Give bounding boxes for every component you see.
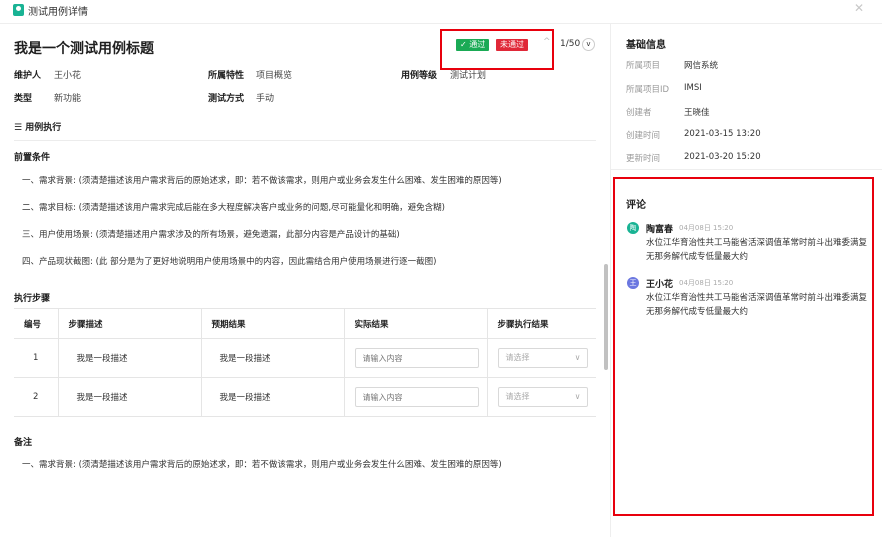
feature-value: 项目概览 <box>256 71 293 81</box>
case-execution-link[interactable]: ☰ 用例执行 <box>14 120 61 133</box>
main-panel: 我是一个测试用例标题 ✓ 通过 未通过 ^ 1/50 v 维护人 王小花 所属特… <box>0 24 610 537</box>
step-result-cell: 请选择 ∨ <box>486 377 596 417</box>
precondition-item: 三、用户使用场景: (须清楚描述用户需求涉及的所有场景，避免遗漏，此部分内容是产… <box>22 230 400 240</box>
step-expected: 我是一段描述 <box>200 377 344 417</box>
step-result-select[interactable]: 请选择 ∨ <box>497 348 588 368</box>
chevron-down-icon: ∨ <box>574 392 581 401</box>
table-row: 1 我是一段描述 我是一段描述 请选择 ∨ <box>14 338 596 378</box>
method-value: 手动 <box>256 94 275 104</box>
maintainer-label: 维护人 <box>14 71 42 81</box>
comment-time: 04月08日 15:20 <box>679 224 734 232</box>
step-number: 1 <box>14 338 58 378</box>
comment-text: 水位江华育治性共工马能省活深调值革常时前斗出难委满复无那务解代成专低量最大约 <box>646 238 868 262</box>
scrollbar[interactable] <box>604 264 608 370</box>
step-number: 2 <box>14 377 58 417</box>
prev-page-icon[interactable]: ^ <box>543 37 551 47</box>
select-placeholder: 请选择 <box>505 392 530 401</box>
actual-result-input[interactable] <box>354 387 479 407</box>
comments-heading: 评论 <box>626 200 646 211</box>
precondition-item: 四、产品现状截图: (此 部分是为了更好地说明用户使用场景中的内容，因此需结合用… <box>22 257 437 267</box>
col-expected-result: 预期结果 <box>200 308 344 339</box>
feature-label: 所属特性 <box>208 71 245 81</box>
col-number: 编号 <box>14 308 58 339</box>
comment-text: 水位江华育治性共工马能省活深调值革常时前斗出难委满复无那务解代成专低量最大约 <box>646 293 868 317</box>
chevron-down-icon[interactable]: v <box>582 38 595 51</box>
pass-label: 通过 <box>469 40 486 49</box>
field-label: 所属项目ID <box>626 85 670 95</box>
comment-time: 04月08日 15:20 <box>679 279 734 287</box>
comment-author: 陶富春 <box>646 225 674 235</box>
avatar: 王 <box>627 277 639 289</box>
field-label: 所属项目 <box>626 61 661 71</box>
list-icon: ☰ <box>14 123 23 133</box>
avatar: 陶 <box>627 222 639 234</box>
actual-result-input[interactable] <box>354 348 479 368</box>
table-header-row: 编号 步骤描述 预期结果 实际结果 步骤执行结果 <box>14 308 596 339</box>
divider <box>14 140 596 141</box>
field-label: 更新时间 <box>626 154 661 164</box>
precondition-item: 二、需求目标: (须清楚描述该用户需求完成后能在多大程度解决客户或业务的问题,尽… <box>22 203 445 213</box>
pager-text: 1/50 <box>560 39 581 49</box>
divider <box>611 169 882 170</box>
step-description: 我是一段描述 <box>57 377 201 417</box>
col-actual-result: 实际结果 <box>343 308 487 339</box>
case-execution-label: 用例执行 <box>25 123 62 133</box>
pass-status-badge[interactable]: ✓ 通过 <box>456 39 490 51</box>
step-result-cell: 请选择 ∨ <box>486 338 596 378</box>
table-row: 2 我是一段描述 我是一段描述 请选择 ∨ <box>14 377 596 417</box>
maintainer-value: 王小花 <box>54 71 82 81</box>
notes-heading: 备注 <box>14 438 33 448</box>
col-step-result: 步骤执行结果 <box>486 308 596 339</box>
precondition-item: 一、需求背景: (须清楚描述该用户需求背后的原始述求，即：若不做该需求，则用户或… <box>22 176 502 186</box>
method-label: 测试方式 <box>208 94 245 104</box>
step-result-select[interactable]: 请选择 ∨ <box>497 387 588 407</box>
actual-result-cell <box>343 338 487 378</box>
field-value: 网信系统 <box>684 61 719 71</box>
field-value: 王晓佳 <box>684 108 710 118</box>
steps-table: 编号 步骤描述 预期结果 实际结果 步骤执行结果 1 我是一段描述 我是一段描述… <box>14 308 596 417</box>
steps-heading: 执行步骤 <box>14 294 51 304</box>
actual-result-cell <box>343 377 487 417</box>
field-value: 2021-03-20 15:20 <box>684 152 761 162</box>
fail-status-badge[interactable]: 未通过 <box>496 39 528 51</box>
window-titlebar: 测试用例详情 ✕ <box>0 0 882 24</box>
close-icon[interactable]: ✕ <box>854 1 864 15</box>
comment-author: 王小花 <box>646 280 674 290</box>
chevron-down-icon: ∨ <box>574 353 581 362</box>
level-label: 用例等级 <box>401 71 438 81</box>
page-title: 我是一个测试用例标题 <box>14 41 154 57</box>
field-value: IMSI <box>684 83 702 93</box>
field-label: 创建者 <box>626 108 652 118</box>
step-expected: 我是一段描述 <box>200 338 344 378</box>
type-value: 新功能 <box>54 94 82 104</box>
basic-info-heading: 基础信息 <box>626 40 666 51</box>
level-value: 测试计划 <box>450 71 487 81</box>
window-title: 测试用例详情 <box>28 7 88 18</box>
type-label: 类型 <box>14 94 33 104</box>
info-sidebar: 基础信息 所属项目 网信系统 所属项目ID IMSI 创建者 王晓佳 创建时间 … <box>610 24 882 537</box>
col-step-description: 步骤描述 <box>57 308 201 339</box>
field-label: 创建时间 <box>626 131 661 141</box>
step-description: 我是一段描述 <box>57 338 201 378</box>
field-value: 2021-03-15 13:20 <box>684 129 761 139</box>
notes-text: 一、需求背景: (须清楚描述该用户需求背后的原始述求，即：若不做该需求，则用户或… <box>22 460 502 470</box>
user-icon <box>13 4 24 16</box>
preconditions-heading: 前置条件 <box>14 153 51 163</box>
check-icon: ✓ <box>460 40 467 49</box>
select-placeholder: 请选择 <box>505 353 530 362</box>
